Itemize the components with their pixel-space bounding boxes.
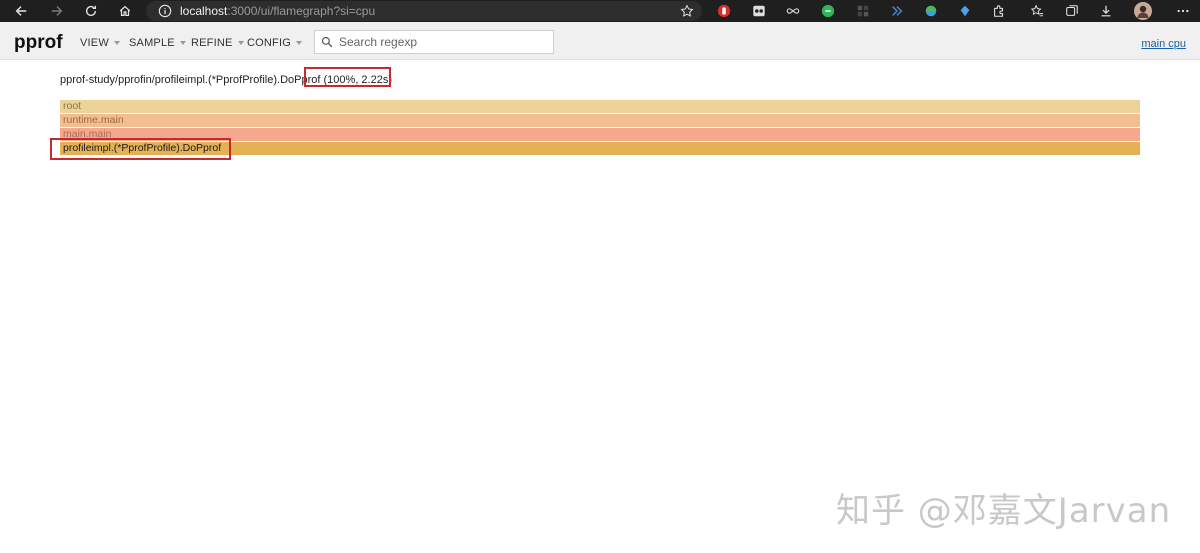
search-box[interactable] xyxy=(314,30,554,54)
home-button[interactable] xyxy=(114,0,136,22)
arrow-left-icon xyxy=(15,6,27,16)
menu-view-label: VIEW xyxy=(80,37,109,49)
caret-down-icon xyxy=(237,41,244,45)
caret-down-icon xyxy=(179,41,186,45)
menu-refine-label: REFINE xyxy=(191,37,233,49)
caret-down-icon xyxy=(113,41,120,45)
url-host: localhost xyxy=(180,4,228,18)
menu-refine[interactable]: REFINE xyxy=(191,37,244,49)
url-path: :3000/ui/flamegraph?si=cpu xyxy=(227,4,376,18)
home-icon xyxy=(119,5,131,16)
arrow-right-icon xyxy=(51,6,63,16)
flame-frame-runtime-main[interactable]: runtime.main xyxy=(60,114,1140,127)
caret-down-icon xyxy=(295,41,302,45)
address-bar[interactable]: localhost:3000/ui/flamegraph?si=cpu xyxy=(146,1,702,21)
forward-button[interactable] xyxy=(46,0,68,22)
more-menu-icon[interactable] xyxy=(1176,4,1190,18)
pprof-header: pprof VIEW SAMPLE REFINE CONFIG main cpu xyxy=(0,22,1200,60)
pprof-logo[interactable]: pprof xyxy=(14,32,63,54)
extensions-puzzle-icon[interactable] xyxy=(992,4,1006,18)
info-icon[interactable] xyxy=(158,4,172,18)
profile-link[interactable]: main cpu xyxy=(1141,38,1186,50)
download-icon[interactable] xyxy=(1099,4,1113,18)
extension-chevrons-icon[interactable] xyxy=(890,4,904,18)
search-input[interactable] xyxy=(339,35,539,49)
browser-toolbar: localhost:3000/ui/flamegraph?si=cpu xyxy=(0,0,1200,22)
profile-avatar-icon[interactable] xyxy=(1134,2,1152,20)
extension-diamond-icon[interactable] xyxy=(958,4,972,18)
details-frame-name: pprof-study/pprofin/profileimpl.(*PprofP… xyxy=(60,74,321,86)
menu-sample[interactable]: SAMPLE xyxy=(129,37,186,49)
favorites-icon[interactable] xyxy=(1030,4,1044,18)
reload-button[interactable] xyxy=(80,0,102,22)
back-button[interactable] xyxy=(10,0,32,22)
flame-frame-root[interactable]: root xyxy=(60,100,1140,113)
menu-config-label: CONFIG xyxy=(247,37,291,49)
reload-icon xyxy=(85,5,97,16)
extension-infinity-icon[interactable] xyxy=(786,4,800,18)
extension-green-icon[interactable] xyxy=(821,4,835,18)
menu-sample-label: SAMPLE xyxy=(129,37,175,49)
flame-frame-label: root xyxy=(63,100,82,112)
flame-frame-label: runtime.main xyxy=(63,114,124,126)
stats-highlight-annotation xyxy=(304,67,391,87)
extension-grid-icon[interactable] xyxy=(856,4,870,18)
menu-config[interactable]: CONFIG xyxy=(247,37,302,49)
favorite-star-icon[interactable] xyxy=(680,4,694,18)
extension-mask-icon[interactable] xyxy=(752,4,766,18)
search-icon xyxy=(321,36,333,48)
extension-stop-icon[interactable] xyxy=(717,4,731,18)
collections-icon[interactable] xyxy=(1065,4,1079,18)
extension-color-icon[interactable] xyxy=(924,4,938,18)
watermark: 知乎 @邓嘉文Jarvan xyxy=(836,491,1172,531)
menu-view[interactable]: VIEW xyxy=(80,37,120,49)
frame-highlight-annotation xyxy=(50,138,231,160)
